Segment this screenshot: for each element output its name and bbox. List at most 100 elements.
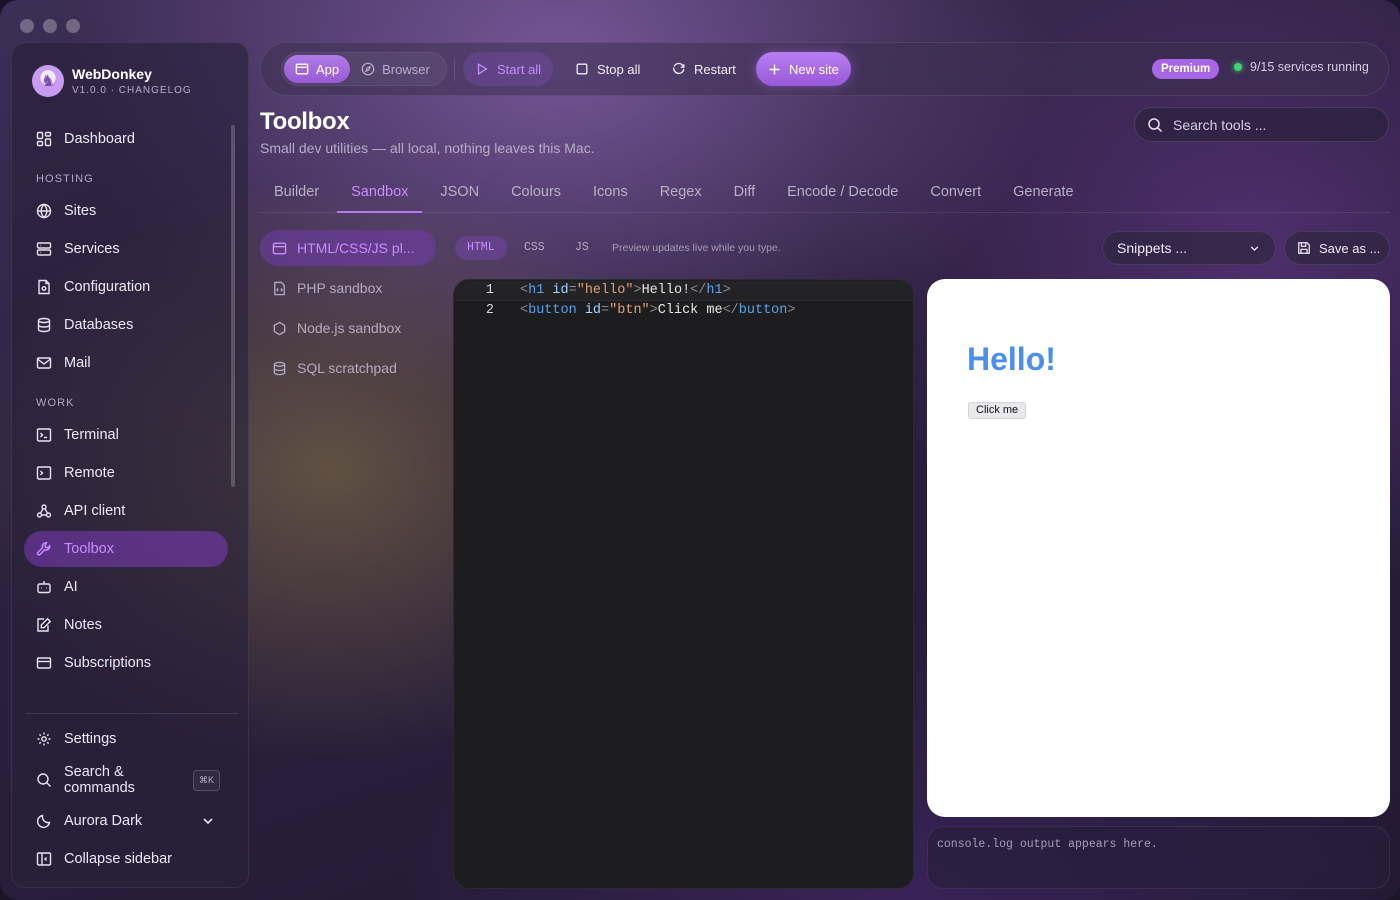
sidebar-item-ai[interactable]: AI: [24, 569, 228, 605]
services-status-text: 9/15 services running: [1250, 60, 1369, 74]
save-as-button[interactable]: Save as ...: [1284, 231, 1390, 265]
sidebar-item-label: Notes: [64, 617, 102, 633]
sidebar-item-terminal[interactable]: Terminal: [24, 417, 228, 453]
sidebar-item-settings[interactable]: Settings: [24, 721, 228, 757]
sidebar-item-services[interactable]: Services: [24, 231, 228, 267]
page-subtitle: Small dev utilities — all local, nothing…: [260, 140, 595, 156]
tab-encode-decode[interactable]: Encode / Decode: [773, 172, 912, 212]
sidebar-item-configuration[interactable]: Configuration: [24, 269, 228, 305]
collapse-sidebar-button[interactable]: Collapse sidebar: [24, 841, 228, 877]
line-number: 1: [485, 283, 494, 298]
play-icon: [477, 63, 488, 75]
tab-diff[interactable]: Diff: [720, 172, 770, 212]
sidebar-item-mail[interactable]: Mail: [24, 345, 228, 381]
sidebar-item-remote[interactable]: Remote: [24, 455, 228, 491]
sidebar-item-label: Mail: [64, 355, 91, 371]
search-tools[interactable]: [1134, 107, 1389, 142]
save-as-label: Save as ...: [1319, 240, 1381, 256]
search-icon: [1148, 117, 1163, 132]
search-tools-input[interactable]: [1173, 116, 1373, 133]
app-version-changelog[interactable]: V1.0.0 · CHANGELOG: [72, 85, 192, 96]
sidebar-item-databases[interactable]: Databases: [24, 307, 228, 343]
sandbox-item-label: SQL scratchpad: [297, 360, 397, 376]
status-dot-icon: [1234, 63, 1242, 71]
sidebar-item-sites[interactable]: Sites: [24, 193, 228, 229]
bot-icon: [37, 581, 51, 594]
lang-tab-css[interactable]: CSS: [512, 236, 557, 260]
tab-sandbox[interactable]: Sandbox: [337, 172, 423, 213]
services-status[interactable]: 9/15 services running: [1234, 60, 1369, 74]
sidebar-item-search-commands[interactable]: Search & commands ⌘K: [24, 762, 228, 798]
browser-mode-button[interactable]: Browser: [350, 55, 441, 83]
tab-icons[interactable]: Icons: [579, 172, 642, 212]
tab-builder[interactable]: Builder: [260, 172, 333, 212]
sandbox-item-php[interactable]: PHP sandbox: [260, 270, 436, 306]
sidebar-item-dashboard[interactable]: Dashboard: [24, 121, 228, 157]
zoom-window-button[interactable]: [66, 19, 80, 33]
start-all-button[interactable]: Start all: [463, 52, 554, 86]
sidebar-item-api-client[interactable]: API client: [24, 493, 228, 529]
sidebar-divider: [26, 713, 238, 714]
dashboard-icon: [36, 131, 52, 147]
tab-convert[interactable]: Convert: [916, 172, 995, 212]
sandbox-list: HTML/CSS/JS pl... PHP sandbox Node.js sa…: [260, 230, 436, 390]
live-preview[interactable]: Hello! Click me: [927, 279, 1390, 817]
search-icon: [37, 773, 51, 787]
restart-label: Restart: [694, 61, 736, 77]
restart-button[interactable]: Restart: [660, 52, 748, 86]
preview-click-me-button[interactable]: Click me: [968, 402, 1027, 419]
compass-icon: [361, 62, 375, 76]
sidebar-scrollbar[interactable]: [231, 125, 235, 487]
stop-icon: [576, 63, 588, 75]
page-title: Toolbox: [260, 108, 350, 135]
sidebar-item-toolbox[interactable]: Toolbox: [24, 531, 228, 567]
sandbox-item-sql[interactable]: SQL scratchpad: [260, 350, 436, 386]
tab-regex[interactable]: Regex: [646, 172, 716, 212]
sidebar-item-label: Toolbox: [64, 541, 114, 557]
sandbox-item-label: Node.js sandbox: [297, 320, 402, 336]
section-hosting: HOSTING: [36, 173, 94, 185]
live-preview-hint: Preview updates live while you type.: [612, 242, 781, 254]
lang-tab-js[interactable]: JS: [563, 236, 601, 260]
config-file-icon: [38, 279, 50, 295]
sidebar-item-label: Collapse sidebar: [64, 851, 173, 867]
console-output[interactable]: console.log output appears here.: [927, 826, 1390, 889]
premium-badge[interactable]: Premium: [1152, 59, 1220, 79]
stop-all-button[interactable]: Stop all: [563, 52, 652, 86]
code-editor[interactable]: 1 <h1 id="hello">Hello!</h1> 2 <button i…: [453, 279, 914, 889]
sandbox-item-html-css-js[interactable]: HTML/CSS/JS pl...: [260, 230, 436, 266]
lang-tab-html[interactable]: HTML: [455, 236, 507, 260]
mail-icon: [36, 357, 52, 369]
brand[interactable]: ♞ WebDonkey V1.0.0 · CHANGELOG: [32, 65, 192, 97]
sidebar-collapse-icon: [36, 852, 52, 866]
minimize-window-button[interactable]: [43, 19, 57, 33]
tab-json[interactable]: JSON: [426, 172, 493, 212]
sidebar-item-subscriptions[interactable]: Subscriptions: [24, 645, 228, 681]
database-icon: [37, 317, 51, 333]
snippets-dropdown[interactable]: Snippets ...: [1102, 231, 1276, 265]
terminal-icon: [36, 428, 52, 442]
chevron-down-icon: [1250, 245, 1259, 251]
gear-icon: [37, 732, 51, 746]
section-work: WORK: [36, 397, 75, 409]
sidebar-item-label: Sites: [64, 203, 97, 219]
sandbox-item-nodejs[interactable]: Node.js sandbox: [260, 310, 436, 346]
tab-generate[interactable]: Generate: [999, 172, 1087, 212]
tab-colours[interactable]: Colours: [497, 172, 575, 212]
theme-selector[interactable]: Aurora Dark: [24, 803, 228, 839]
app-mode-button[interactable]: App: [284, 55, 351, 83]
sidebar-item-notes[interactable]: Notes: [24, 607, 228, 643]
new-site-button[interactable]: New site: [756, 52, 851, 86]
donkey-logo-icon: ♞: [32, 65, 64, 97]
preview-heading: Hello!: [967, 341, 1056, 377]
line-number: 2: [485, 303, 494, 318]
close-window-button[interactable]: [20, 19, 34, 33]
chevron-down-icon: [203, 818, 213, 825]
stop-all-label: Stop all: [597, 61, 641, 77]
sidebar-nav: Dashboard HOSTING Sites Services Configu…: [24, 121, 228, 683]
restart-icon: [673, 62, 685, 75]
globe-icon: [36, 203, 52, 219]
plus-icon: [769, 64, 780, 74]
theme-label: Aurora Dark: [64, 813, 143, 829]
sidebar-item-label: API client: [64, 503, 126, 519]
